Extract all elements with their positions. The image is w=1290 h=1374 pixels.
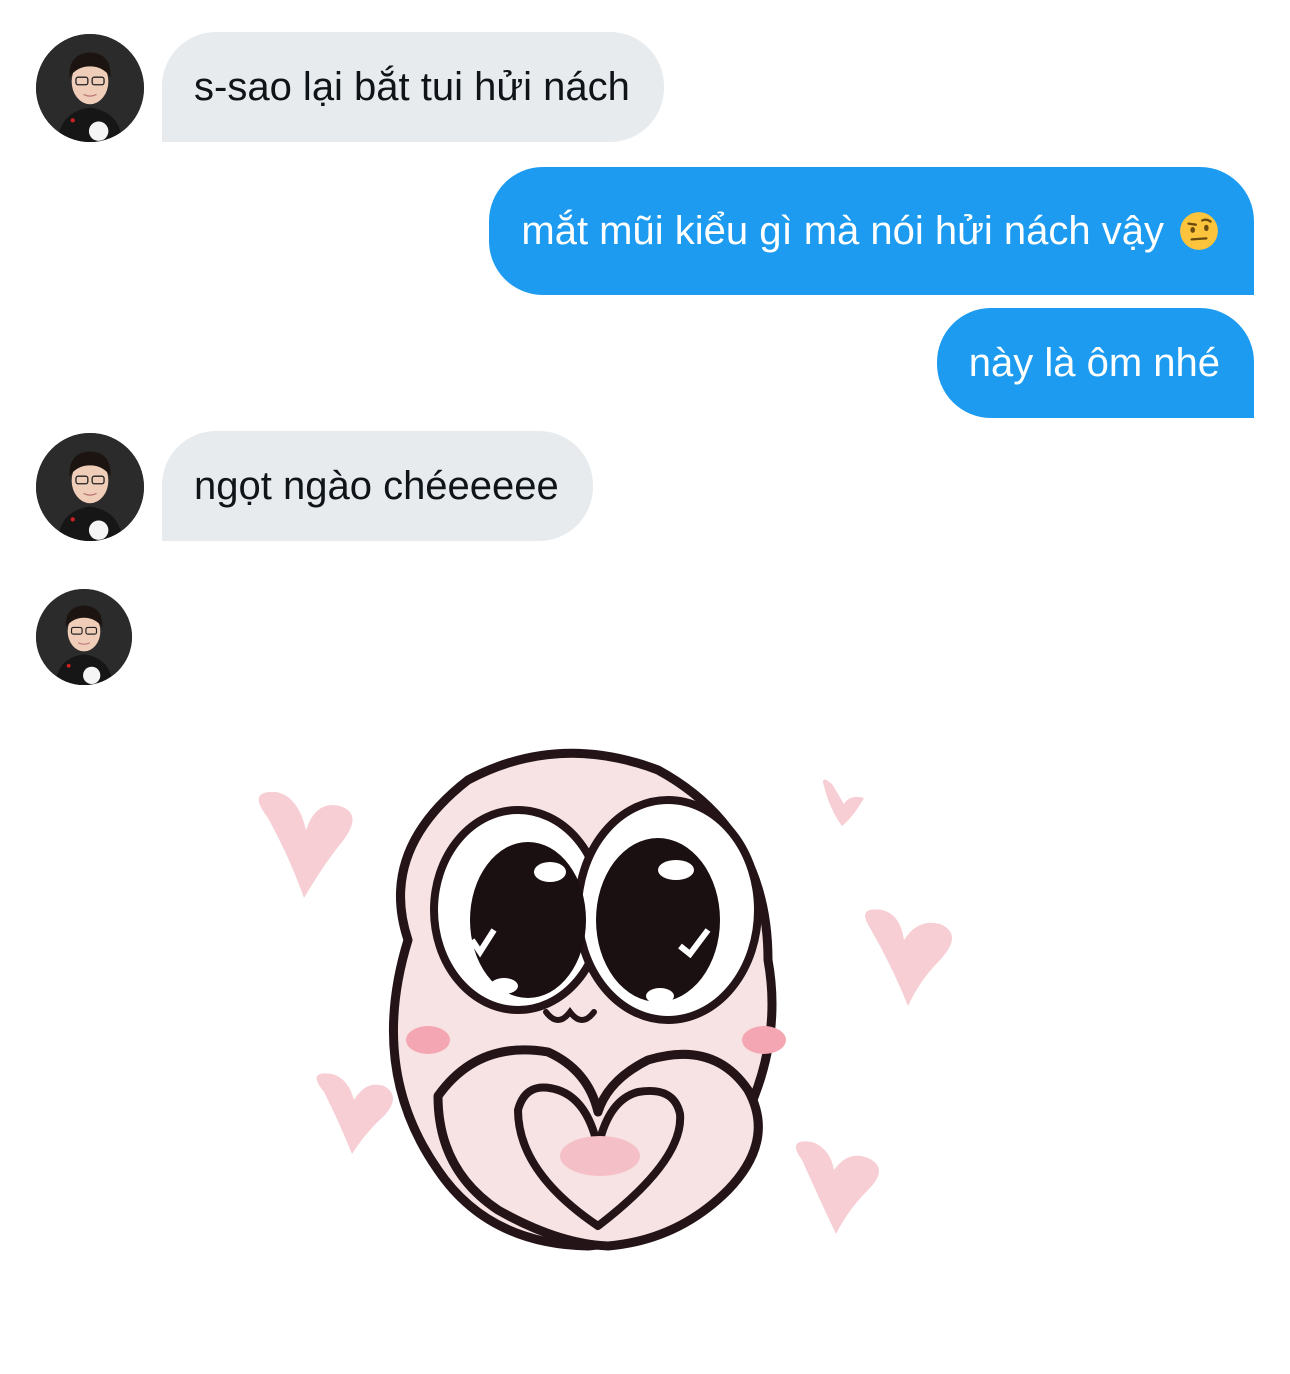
message-text: này là ôm nhé <box>968 341 1220 385</box>
message-text: mắt mũi kiểu gì mà nói hửi nách vậy <box>521 209 1164 253</box>
received-message-bubble[interactable]: ngọt ngào chéeeeee <box>162 431 593 541</box>
avatar-photo-icon <box>36 433 144 541</box>
heart-icon <box>258 791 353 898</box>
received-message-bubble[interactable]: s-sao lại bắt tui hửi nách <box>162 32 664 142</box>
avatar-photo-icon <box>36 589 132 685</box>
heart-icon <box>795 1141 879 1234</box>
contact-avatar[interactable] <box>36 433 144 541</box>
avatar-photo-icon <box>36 34 144 142</box>
sent-message-bubble[interactable]: mắt mũi kiểu gì mà nói hửi nách vậy <box>489 167 1254 295</box>
face-with-raised-eyebrow-emoji-icon <box>1178 210 1220 252</box>
heart-icon <box>316 1073 393 1154</box>
chat-thread: s-sao lại bắt tui hửi nách mắt mũi kiểu … <box>0 0 1290 1374</box>
contact-avatar[interactable] <box>36 589 132 685</box>
heart-icon <box>823 779 864 826</box>
contact-avatar[interactable] <box>36 34 144 142</box>
message-text: s-sao lại bắt tui hửi nách <box>194 65 630 109</box>
message-text: ngọt ngào chéeeeee <box>194 464 559 508</box>
sent-message-bubble[interactable]: này là ôm nhé <box>936 308 1254 418</box>
heart-icon <box>865 909 952 1006</box>
heart-hands-sticker[interactable] <box>228 740 988 1300</box>
